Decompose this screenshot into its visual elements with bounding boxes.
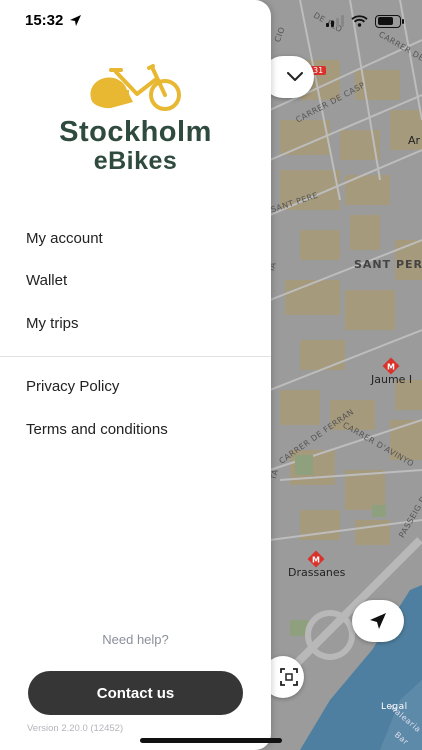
metro-station-label: Drassanes bbox=[288, 566, 346, 579]
home-indicator[interactable] bbox=[140, 738, 282, 743]
location-arrow-icon bbox=[370, 613, 386, 629]
cellular-signal-icon bbox=[326, 15, 344, 27]
wifi-icon bbox=[351, 15, 368, 27]
status-bar-icons bbox=[326, 12, 404, 30]
svg-text:M: M bbox=[387, 363, 395, 372]
bike-logo-icon bbox=[89, 64, 181, 111]
menu-item-my-account[interactable]: My account bbox=[26, 230, 103, 247]
scan-icon bbox=[280, 668, 298, 686]
side-drawer: 15:32 Stockholm eBikes My account Wallet… bbox=[0, 0, 271, 750]
clock: 15:32 bbox=[25, 12, 64, 29]
app-version: Version 2.20.0 (12452) bbox=[27, 723, 124, 734]
metro-station-label: Jaume I bbox=[371, 373, 413, 386]
menu-item-wallet[interactable]: Wallet bbox=[26, 272, 67, 289]
locate-me-button[interactable] bbox=[352, 600, 404, 642]
brand-subname: eBikes bbox=[93, 147, 178, 175]
brand-name: Stockholm bbox=[59, 116, 212, 148]
status-bar-time: 15:32 bbox=[25, 12, 82, 29]
svg-text:M: M bbox=[312, 556, 320, 565]
menu-item-terms[interactable]: Terms and conditions bbox=[26, 421, 168, 438]
menu-divider bbox=[0, 356, 271, 357]
battery-icon bbox=[375, 14, 404, 28]
menu-item-my-trips[interactable]: My trips bbox=[26, 315, 79, 332]
map-street-label: Ar bbox=[408, 134, 421, 147]
chevron-down-icon bbox=[287, 72, 303, 81]
location-services-icon bbox=[70, 15, 82, 26]
need-help-text: Need help? bbox=[102, 632, 169, 647]
contact-us-button[interactable]: Contact us bbox=[28, 671, 243, 715]
brand-logo: Stockholm eBikes bbox=[0, 60, 271, 176]
map-district-label: SANT PERE bbox=[354, 258, 422, 271]
menu-item-privacy-policy[interactable]: Privacy Policy bbox=[26, 378, 119, 395]
